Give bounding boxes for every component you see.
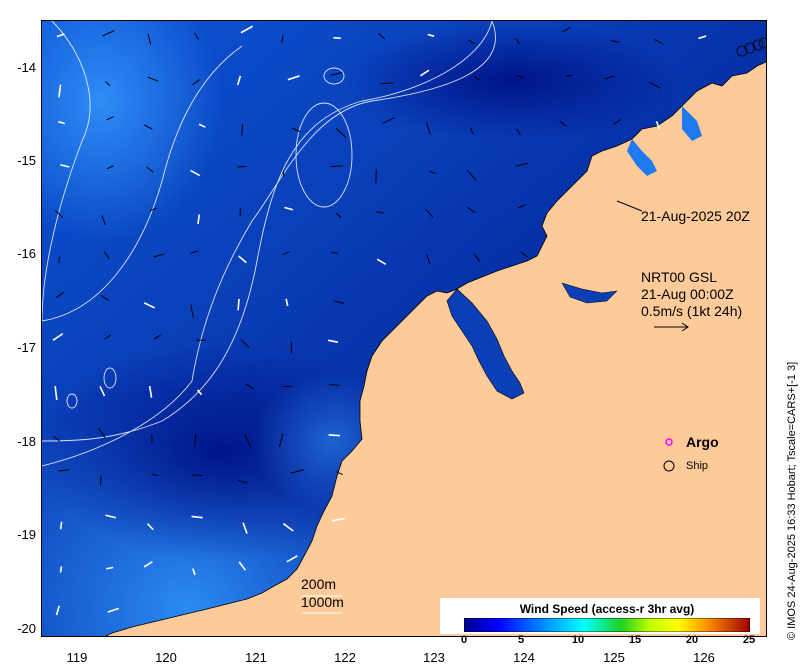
- map-canvas[interactable]: [42, 21, 767, 637]
- lon-tick: 125: [603, 650, 625, 665]
- model-label-line3: 0.5m/s (1kt 24h): [641, 303, 743, 319]
- wind-vector: [330, 165, 343, 167]
- colorbar-tick: 20: [685, 634, 699, 646]
- wind-vector: [237, 298, 240, 311]
- ship-legend-label: Ship: [686, 460, 709, 472]
- credit-text: © IMOS 24-Aug-2025 16:33 Hobart; Tscale=…: [786, 361, 798, 640]
- colorbar-tick: 25: [742, 634, 756, 646]
- lat-tick: -18: [17, 434, 36, 449]
- contour-200-label: 200m: [301, 576, 337, 592]
- wind-vector: [99, 475, 102, 486]
- colorbar-tick: 15: [628, 634, 642, 646]
- colorbar-gradient: [464, 618, 750, 632]
- lon-tick: 121: [245, 650, 267, 665]
- lon-tick: 124: [513, 650, 535, 665]
- wind-vector: [59, 521, 63, 530]
- model-label-line1: NRT00 GSL: [641, 269, 717, 285]
- wind-vector: [328, 434, 340, 437]
- colorbar-title: Wind Speed (access-r 3hr avg): [519, 602, 695, 616]
- wind-vector: [58, 256, 61, 263]
- lat-tick: -16: [17, 246, 36, 261]
- ship-track-label: 21-Aug-2025 20Z: [641, 208, 750, 224]
- lat-tick: -19: [17, 527, 36, 542]
- colorbar-tick: 5: [517, 634, 525, 646]
- lat-tick: -20: [17, 621, 36, 636]
- lat-tick: -15: [17, 153, 36, 168]
- wind-vector: [59, 566, 63, 573]
- colorbar-tick: 10: [571, 634, 585, 646]
- model-label-line2: 21-Aug 00:00Z: [641, 286, 734, 302]
- lon-tick: 122: [334, 650, 356, 665]
- map-area[interactable]: [41, 20, 767, 637]
- lon-tick: 123: [423, 650, 445, 665]
- wind-vector: [237, 165, 247, 168]
- wind-vector: [329, 384, 340, 386]
- lat-tick: -17: [17, 340, 36, 355]
- colorbar: [464, 618, 750, 632]
- wind-vector: [191, 474, 203, 477]
- ocean-dark-patch-north: [342, 21, 682, 141]
- wind-vector: [380, 82, 394, 85]
- colorbar-tick: 0: [460, 634, 468, 646]
- lon-tick: 120: [155, 650, 177, 665]
- lon-tick: 119: [66, 650, 88, 665]
- contour-1000-label: 1000m: [301, 594, 344, 610]
- wind-vector: [333, 36, 341, 40]
- argo-legend-label: Argo: [686, 434, 719, 450]
- lon-tick: 126: [693, 650, 715, 665]
- lat-tick: -14: [17, 60, 36, 75]
